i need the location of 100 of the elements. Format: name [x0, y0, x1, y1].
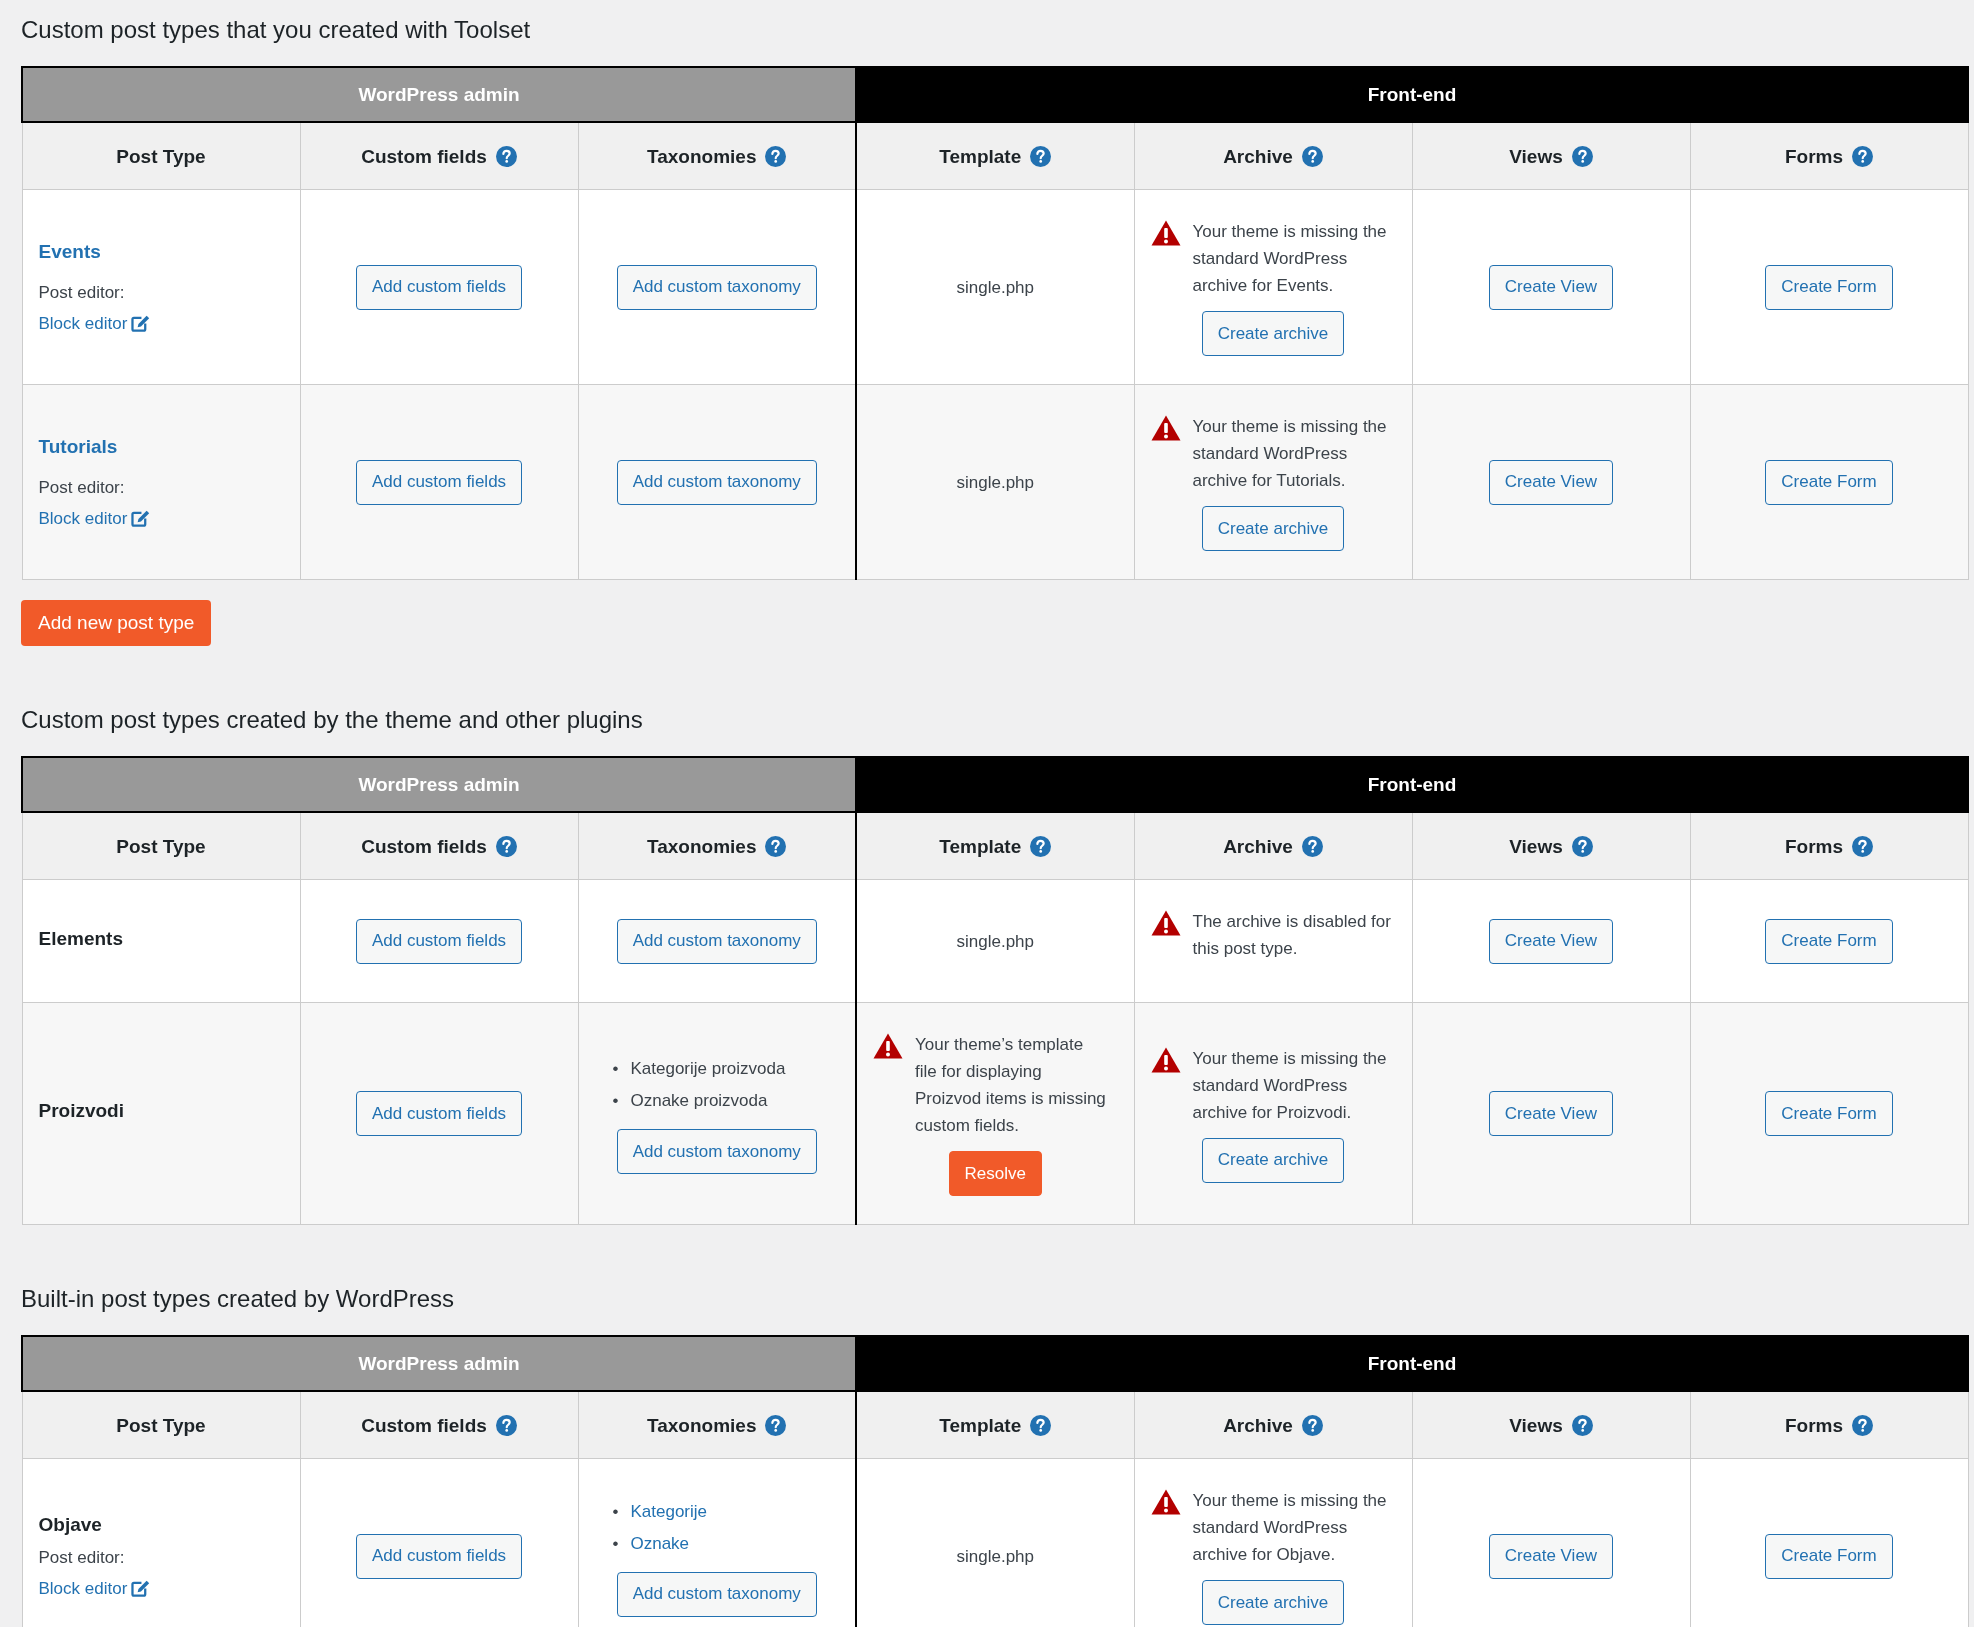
- action-button[interactable]: Create Form: [1765, 1533, 1893, 1579]
- action-button[interactable]: Add custom fields: [355, 918, 523, 964]
- help-icon[interactable]: [495, 146, 517, 167]
- column-header: Forms: [1784, 1414, 1844, 1436]
- group-header: Front-end: [856, 67, 1968, 122]
- action-button[interactable]: Add custom taxonomy: [616, 1129, 817, 1174]
- action-button[interactable]: Create Form: [1765, 918, 1893, 964]
- template-file: single.php: [956, 472, 1034, 492]
- help-icon[interactable]: [495, 1415, 517, 1436]
- section-title: Custom post types that you created with Toolset: [21, 15, 532, 45]
- help-icon[interactable]: [1571, 146, 1593, 167]
- action-button[interactable]: Create View: [1488, 264, 1614, 310]
- action-button[interactable]: Resolve: [948, 1151, 1042, 1196]
- warning-message: The archive is disabled for this post type.: [1192, 911, 1392, 960]
- section-title: Custom post types created by the theme and other plugins: [21, 705, 644, 735]
- group-header: WordPress admin: [22, 757, 856, 812]
- column-header: Template: [939, 1414, 1022, 1436]
- help-icon[interactable]: [1030, 1415, 1052, 1436]
- edit-icon: [131, 509, 151, 527]
- action-button[interactable]: Create View: [1488, 918, 1614, 964]
- section-title: Built-in post types created by WordPress: [21, 1284, 456, 1314]
- action-button[interactable]: Add custom fields: [355, 1533, 523, 1579]
- group-header: Front-end: [856, 1336, 1968, 1391]
- column-header: Archive: [1223, 145, 1293, 167]
- help-icon[interactable]: [1030, 146, 1052, 167]
- column-header: Views: [1509, 1414, 1563, 1436]
- warning-icon: [1150, 1489, 1181, 1515]
- action-button[interactable]: Add custom taxonomy: [616, 1571, 817, 1617]
- column-header: Taxonomies: [647, 835, 757, 857]
- template-file: single.php: [956, 277, 1034, 297]
- action-button[interactable]: Create Form: [1765, 459, 1893, 505]
- warning-icon: [1150, 415, 1181, 441]
- warning-icon: [1150, 1046, 1181, 1073]
- warning-icon: [1150, 220, 1181, 246]
- action-button[interactable]: Add custom taxonomy: [616, 264, 817, 310]
- post-type-name: Elements: [38, 926, 123, 951]
- action-button[interactable]: Create archive: [1201, 1580, 1345, 1625]
- warning-message: Your theme is missing the standard WordPress archive for Tutorials.: [1192, 416, 1388, 492]
- action-button[interactable]: Add custom taxonomy: [616, 459, 817, 505]
- column-header: Forms: [1784, 835, 1844, 857]
- action-button[interactable]: Create Form: [1765, 1091, 1893, 1136]
- column-header: Taxonomies: [647, 1414, 757, 1436]
- action-button[interactable]: Create View: [1488, 459, 1614, 505]
- action-button[interactable]: Add custom taxonomy: [616, 918, 817, 964]
- action-button[interactable]: Add custom fields: [355, 459, 523, 505]
- help-icon[interactable]: [765, 836, 787, 857]
- post-type-link[interactable]: Events: [38, 237, 101, 265]
- help-icon[interactable]: [1301, 836, 1323, 857]
- help-icon[interactable]: [765, 1415, 787, 1436]
- taxonomy-link[interactable]: Kategorije: [630, 1495, 707, 1528]
- bullet: •: [612, 1500, 619, 1523]
- block-editor-link[interactable]: Block editor: [38, 309, 151, 337]
- help-icon[interactable]: [1852, 146, 1874, 167]
- warning-icon: [873, 1033, 903, 1059]
- bullet: •: [612, 1090, 619, 1112]
- taxonomy-name: Kategorije proizvoda: [630, 1058, 786, 1080]
- column-header: Views: [1509, 145, 1563, 167]
- warning-message: Your theme’s template file for displaying Proizvod items is missing custom fields.: [915, 1034, 1107, 1137]
- post-type-link[interactable]: Tutorials: [38, 432, 118, 460]
- column-header: Views: [1509, 835, 1563, 857]
- bullet: •: [612, 1532, 619, 1555]
- action-button[interactable]: Create View: [1488, 1091, 1614, 1136]
- edit-icon: [131, 1579, 151, 1597]
- help-icon[interactable]: [495, 836, 517, 857]
- block-editor-link[interactable]: Block editor: [38, 504, 151, 532]
- help-icon[interactable]: [1030, 836, 1052, 857]
- bullet: •: [612, 1058, 619, 1080]
- help-icon[interactable]: [765, 146, 787, 167]
- column-header: Template: [939, 145, 1022, 167]
- column-header: Custom fields: [361, 145, 487, 167]
- help-icon[interactable]: [1301, 146, 1323, 167]
- action-button[interactable]: Create archive: [1201, 506, 1345, 551]
- action-button[interactable]: Create View: [1488, 1533, 1614, 1579]
- help-icon[interactable]: [1571, 1415, 1593, 1436]
- help-icon[interactable]: [1571, 836, 1593, 857]
- post-type-name: Proizvodi: [38, 1099, 124, 1123]
- taxonomy-link[interactable]: Oznake: [630, 1527, 690, 1560]
- warning-message: Your theme is missing the standard WordPress archive for Events.: [1192, 221, 1388, 297]
- action-button[interactable]: Create Form: [1765, 264, 1893, 310]
- warning-message: Your theme is missing the standard WordPress archive for Objave.: [1192, 1490, 1388, 1566]
- group-header: WordPress admin: [22, 67, 856, 122]
- post-editor-label: Post editor:: [38, 476, 125, 499]
- action-button[interactable]: Create archive: [1201, 1137, 1345, 1183]
- warning-icon: [1150, 910, 1181, 936]
- help-icon[interactable]: [1301, 1415, 1323, 1436]
- edit-icon: [131, 314, 151, 332]
- action-button[interactable]: Add custom fields: [355, 264, 523, 310]
- taxonomy-name: Oznake proizvoda: [630, 1090, 768, 1112]
- template-file: single.php: [956, 1546, 1034, 1566]
- post-editor-label: Post editor:: [38, 1546, 125, 1569]
- group-header: Front-end: [856, 757, 1968, 812]
- post-type-name: Objave: [38, 1512, 102, 1537]
- help-icon[interactable]: [1852, 836, 1874, 857]
- help-icon[interactable]: [1852, 1415, 1874, 1436]
- add-post-type-button[interactable]: Add new post type: [21, 600, 212, 646]
- action-button[interactable]: Create archive: [1201, 311, 1345, 356]
- action-button[interactable]: Add custom fields: [355, 1091, 523, 1136]
- column-header: Post Type: [116, 835, 206, 857]
- block-editor-link[interactable]: Block editor: [38, 1574, 151, 1602]
- column-header: Taxonomies: [647, 145, 757, 167]
